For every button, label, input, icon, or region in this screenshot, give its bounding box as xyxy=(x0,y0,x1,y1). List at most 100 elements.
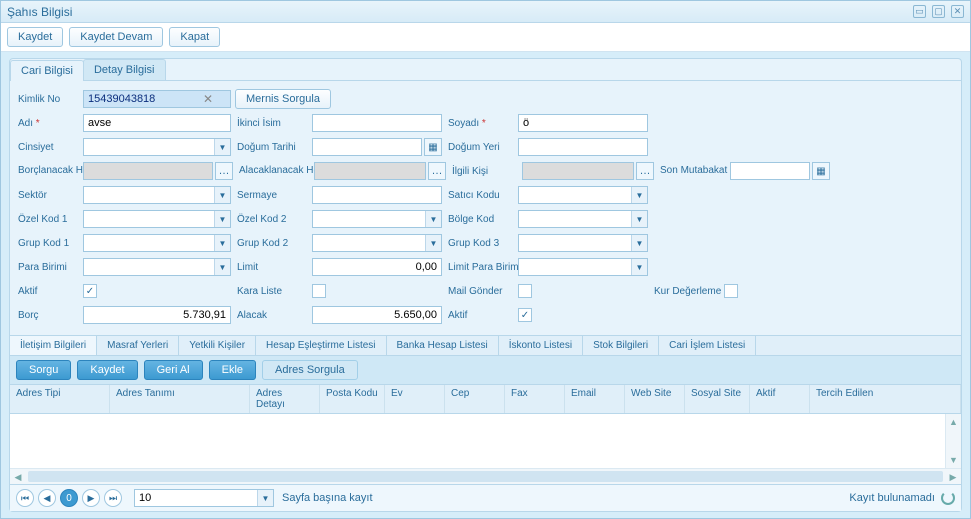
tab-cari[interactable]: Cari Bilgisi xyxy=(10,60,84,81)
kara-checkbox[interactable] xyxy=(312,284,326,298)
subtab-banka[interactable]: Banka Hesap Listesi xyxy=(387,336,499,355)
kur-checkbox[interactable] xyxy=(724,284,738,298)
col-adres-tipi[interactable]: Adres Tipi xyxy=(10,385,110,413)
sub-kaydet-button[interactable]: Kaydet xyxy=(77,360,137,380)
col-web-site[interactable]: Web Site xyxy=(625,385,685,413)
sermaye-input[interactable] xyxy=(312,186,442,204)
chevron-down-icon[interactable]: ▼ xyxy=(631,235,647,251)
subtab-masraf[interactable]: Masraf Yerleri xyxy=(97,336,179,355)
chevron-down-icon[interactable]: ▼ xyxy=(214,235,230,251)
alacaklanacak-lookup-button[interactable]: … xyxy=(428,162,446,180)
bolge-label: Bölge Kod xyxy=(448,214,518,225)
pager-last-button[interactable]: ⏭ xyxy=(104,489,122,507)
ozel1-select[interactable] xyxy=(83,210,231,228)
col-aktif[interactable]: Aktif xyxy=(750,385,810,413)
chevron-down-icon[interactable]: ▼ xyxy=(631,187,647,203)
sektor-select[interactable] xyxy=(83,186,231,204)
chevron-down-icon[interactable]: ▼ xyxy=(631,211,647,227)
save-continue-button[interactable]: Kaydet Devam xyxy=(69,27,163,47)
aktif2-checkbox[interactable]: ✓ xyxy=(518,308,532,322)
ilgili-lookup-button[interactable]: … xyxy=(636,162,654,180)
col-adres-detayi[interactable]: Adres Detayı xyxy=(250,385,320,413)
bolge-select[interactable] xyxy=(518,210,648,228)
ikinci-input[interactable] xyxy=(312,114,442,132)
soyadi-label: Soyadı xyxy=(448,118,518,129)
borclanacak-lookup-button[interactable]: … xyxy=(215,162,233,180)
mernis-button[interactable]: Mernis Sorgula xyxy=(235,89,331,109)
scroll-right-icon[interactable]: ▶ xyxy=(945,469,961,485)
aktif-checkbox[interactable]: ✓ xyxy=(83,284,97,298)
subtab-hesap[interactable]: Hesap Eşleştirme Listesi xyxy=(256,336,386,355)
refresh-icon[interactable] xyxy=(941,491,955,505)
mutabakat-input[interactable] xyxy=(730,162,810,180)
col-email[interactable]: Email xyxy=(565,385,625,413)
pager-next-button[interactable]: ▶ xyxy=(82,489,100,507)
subtab-iskonto[interactable]: İskonto Listesi xyxy=(499,336,583,355)
ozel2-select[interactable] xyxy=(312,210,442,228)
save-button[interactable]: Kaydet xyxy=(7,27,63,47)
satici-select[interactable] xyxy=(518,186,648,204)
dogum-tarihi-input[interactable] xyxy=(312,138,422,156)
mail-checkbox[interactable] xyxy=(518,284,532,298)
subtab-yetkili[interactable]: Yetkili Kişiler xyxy=(179,336,256,355)
calendar-icon[interactable]: ▦ xyxy=(812,162,830,180)
soyadi-input[interactable] xyxy=(518,114,648,132)
subtab-iletisim[interactable]: İletişim Bilgileri xyxy=(10,336,97,355)
subtab-stok[interactable]: Stok Bilgileri xyxy=(583,336,659,355)
alacak-input[interactable] xyxy=(312,306,442,324)
scroll-left-icon[interactable]: ◀ xyxy=(10,469,26,485)
scroll-down-icon[interactable]: ▼ xyxy=(946,452,961,468)
tab-detay[interactable]: Detay Bilgisi xyxy=(83,59,166,80)
chevron-down-icon[interactable]: ▼ xyxy=(214,211,230,227)
borc-input[interactable] xyxy=(83,306,231,324)
chevron-down-icon[interactable]: ▼ xyxy=(214,259,230,275)
grup2-select[interactable] xyxy=(312,234,442,252)
horizontal-scrollbar[interactable]: ◀ ▶ xyxy=(10,468,961,484)
pager-current-page[interactable]: 0 xyxy=(60,489,78,507)
maximize-icon[interactable]: ▢ xyxy=(932,5,945,18)
col-tercih-edilen[interactable]: Tercih Edilen xyxy=(810,385,961,413)
pager-prev-button[interactable]: ◀ xyxy=(38,489,56,507)
adres-sorgula-button[interactable]: Adres Sorgula xyxy=(262,360,358,380)
scroll-up-icon[interactable]: ▲ xyxy=(946,414,961,430)
page-size-label: Sayfa başına kayıt xyxy=(282,492,373,504)
chevron-down-icon[interactable]: ▼ xyxy=(257,490,273,506)
col-fax[interactable]: Fax xyxy=(505,385,565,413)
pager-first-button[interactable]: ⏮ xyxy=(16,489,34,507)
col-ev[interactable]: Ev xyxy=(385,385,445,413)
limit-para-select[interactable] xyxy=(518,258,648,276)
limit-label: Limit xyxy=(237,262,312,273)
grup3-select[interactable] xyxy=(518,234,648,252)
col-adres-tanimi[interactable]: Adres Tanımı xyxy=(110,385,250,413)
aktif2-label: Aktif xyxy=(448,310,518,321)
subtab-islem[interactable]: Cari İşlem Listesi xyxy=(659,336,756,355)
col-sosyal-site[interactable]: Sosyal Site xyxy=(685,385,750,413)
para-select[interactable] xyxy=(83,258,231,276)
chevron-down-icon[interactable]: ▼ xyxy=(631,259,647,275)
grup1-select[interactable] xyxy=(83,234,231,252)
col-posta-kodu[interactable]: Posta Kodu xyxy=(320,385,385,413)
chevron-down-icon[interactable]: ▼ xyxy=(214,139,230,155)
minimize-icon[interactable]: ▭ xyxy=(913,5,926,18)
dogum-yeri-input[interactable] xyxy=(518,138,648,156)
page-size-select[interactable] xyxy=(134,489,274,507)
limit-input[interactable] xyxy=(312,258,442,276)
clear-icon[interactable]: ✕ xyxy=(203,92,213,106)
vertical-scrollbar[interactable]: ▲ ▼ xyxy=(945,414,961,468)
calendar-icon[interactable]: ▦ xyxy=(424,138,442,156)
geri-button[interactable]: Geri Al xyxy=(144,360,203,380)
close-button[interactable]: Kapat xyxy=(169,27,220,47)
chevron-down-icon[interactable]: ▼ xyxy=(425,211,441,227)
sorgu-button[interactable]: Sorgu xyxy=(16,360,71,380)
col-cep[interactable]: Cep xyxy=(445,385,505,413)
chevron-down-icon[interactable]: ▼ xyxy=(214,187,230,203)
close-icon[interactable]: ✕ xyxy=(951,5,964,18)
chevron-down-icon[interactable]: ▼ xyxy=(425,235,441,251)
grup3-label: Grup Kod 3 xyxy=(448,238,518,249)
scroll-thumb[interactable] xyxy=(28,471,943,482)
ozel1-label: Özel Kod 1 xyxy=(18,214,83,225)
cinsiyet-select[interactable] xyxy=(83,138,231,156)
adi-input[interactable] xyxy=(83,114,231,132)
mutabakat-label: Son Mutabakat Tarihi xyxy=(660,166,730,176)
ekle-button[interactable]: Ekle xyxy=(209,360,256,380)
